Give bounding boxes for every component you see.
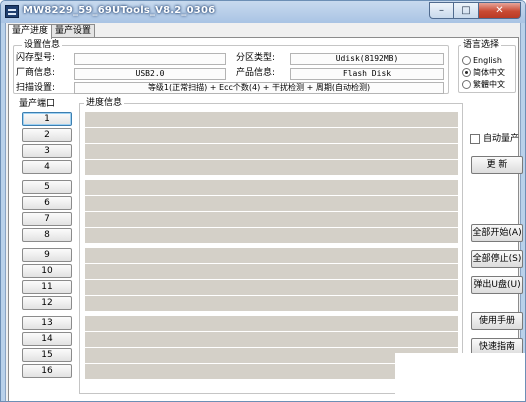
port-button-10[interactable]: 10 <box>22 264 72 278</box>
port-button-12[interactable]: 12 <box>22 296 72 310</box>
language-group-label: 语言选择 <box>461 39 502 51</box>
start-all-button[interactable]: 全部开始(A) <box>471 224 523 242</box>
window-controls: – □ ✕ <box>429 2 521 19</box>
port-button-8[interactable]: 8 <box>22 228 72 242</box>
close-button[interactable]: ✕ <box>479 2 521 19</box>
window-title: MW8229_59_69UTools_V8.2_0306 <box>23 5 216 16</box>
progress-bar <box>85 180 458 195</box>
port-button-14[interactable]: 14 <box>22 332 72 346</box>
progress-bar <box>85 112 458 127</box>
language-option-label: 繁體中文 <box>473 80 505 89</box>
settings-group-label: 设置信息 <box>22 39 63 51</box>
tab-settings[interactable]: 量产设置 <box>51 24 96 38</box>
port-panel-label: 量产端口 <box>19 99 56 109</box>
port-button-7[interactable]: 7 <box>22 212 72 226</box>
radio-traditional[interactable] <box>462 80 471 89</box>
app-icon <box>5 5 19 18</box>
port-button-13[interactable]: 13 <box>22 316 72 330</box>
client-area: 量产进度 量产设置 设置信息 闪存型号: 分区类型: Udisk(8192MB)… <box>5 23 523 401</box>
port-panel: 量产端口 1 2 3 4 5 6 7 8 9 10 11 12 13 14 15… <box>19 98 74 384</box>
progress-bar <box>85 212 458 227</box>
language-group: 语言选择 English 简体中文 繁體中文 <box>458 39 516 93</box>
auto-mode-option[interactable]: 自动量产 <box>470 133 519 145</box>
port-button-5[interactable]: 5 <box>22 180 72 194</box>
partition-field: Udisk(8192MB) <box>290 53 444 65</box>
auto-mode-label: 自动量产 <box>483 134 520 144</box>
minimize-button[interactable]: – <box>429 2 454 19</box>
refresh-button[interactable]: 更 新 <box>471 156 523 174</box>
auto-mode-checkbox[interactable] <box>470 134 480 144</box>
app-window: MW8229_59_69UTools_V8.2_0306 – □ ✕ 量产进度 … <box>0 0 526 402</box>
progress-bar <box>85 316 458 331</box>
tab-progress[interactable]: 量产进度 <box>8 24 53 39</box>
port-button-15[interactable]: 15 <box>22 348 72 362</box>
radio-english[interactable] <box>462 56 471 65</box>
tab-page: 设置信息 闪存型号: 分区类型: Udisk(8192MB) 厂商信息: USB… <box>8 37 523 401</box>
progress-bar <box>85 196 458 211</box>
maximize-button[interactable]: □ <box>454 2 479 19</box>
radio-simplified[interactable] <box>462 68 471 77</box>
product-label: 产品信息: <box>236 68 276 78</box>
product-field: Flash Disk <box>290 68 444 80</box>
port-button-2[interactable]: 2 <box>22 128 72 142</box>
port-button-3[interactable]: 3 <box>22 144 72 158</box>
stop-all-button[interactable]: 全部停止(S) <box>471 250 523 268</box>
progress-bar <box>85 160 458 175</box>
progress-bar <box>85 144 458 159</box>
language-option-traditional[interactable]: 繁體中文 <box>462 79 505 90</box>
port-button-1[interactable]: 1 <box>22 112 72 126</box>
vendor-label: 厂商信息: <box>16 68 56 78</box>
progress-bar <box>85 332 458 347</box>
vendor-field: USB2.0 <box>74 68 226 80</box>
eject-button[interactable]: 弹出U盘(U) <box>471 276 523 294</box>
settings-group: 设置信息 闪存型号: 分区类型: Udisk(8192MB) 厂商信息: USB… <box>13 39 449 94</box>
port-button-9[interactable]: 9 <box>22 248 72 262</box>
scan-field: 等级1(正常扫描) + Ecc个数(4) + 干扰检测 + 周期(自动检测) <box>74 82 444 94</box>
language-option-label: 简体中文 <box>473 68 505 77</box>
tab-strip: 量产进度 量产设置 <box>8 24 96 39</box>
port-button-4[interactable]: 4 <box>22 160 72 174</box>
flash-model-label: 闪存型号: <box>16 53 56 63</box>
port-button-6[interactable]: 6 <box>22 196 72 210</box>
progress-bar <box>85 296 458 311</box>
progress-panel-label: 进度信息 <box>84 97 125 109</box>
cropped-overlay <box>395 353 525 401</box>
progress-bar <box>85 128 458 143</box>
progress-bar <box>85 228 458 243</box>
manual-button[interactable]: 使用手册 <box>471 312 523 330</box>
progress-panel: 进度信息 <box>79 97 463 394</box>
progress-bar <box>85 280 458 295</box>
progress-bar <box>85 248 458 263</box>
language-option-label: English <box>473 56 502 65</box>
progress-bar <box>85 264 458 279</box>
port-button-16[interactable]: 16 <box>22 364 72 378</box>
title-bar[interactable]: MW8229_59_69UTools_V8.2_0306 – □ ✕ <box>1 1 525 23</box>
language-option-english[interactable]: English <box>462 55 502 66</box>
partition-label: 分区类型: <box>236 53 276 63</box>
language-option-simplified[interactable]: 简体中文 <box>462 67 505 78</box>
scan-label: 扫描设置: <box>16 83 56 93</box>
port-button-11[interactable]: 11 <box>22 280 72 294</box>
flash-model-field <box>74 53 226 65</box>
